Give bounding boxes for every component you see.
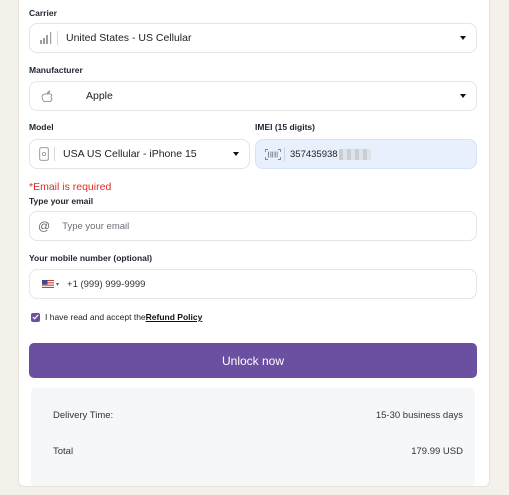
- apple-logo-icon: [40, 89, 54, 103]
- delivery-time-label: Delivery Time:: [53, 410, 114, 421]
- refund-consent-row: I have read and accept the Refund Policy: [31, 312, 202, 322]
- delivery-time-value: 15-30 business days: [375, 410, 463, 421]
- imei-input[interactable]: 357435938: [255, 139, 477, 169]
- imei-value: 357435938: [290, 148, 338, 160]
- chevron-down-icon: [233, 152, 239, 156]
- refund-policy-link[interactable]: Refund Policy: [146, 312, 203, 322]
- total-value: 179.99 USD: [411, 446, 463, 457]
- unlock-now-button[interactable]: Unlock now: [29, 343, 477, 378]
- unlock-form-card: Carrier United States - US Cellular Manu…: [18, 0, 490, 487]
- manufacturer-select[interactable]: Apple: [29, 81, 477, 111]
- barcode-icon: [265, 148, 281, 160]
- consent-text: I have read and accept the: [45, 312, 146, 322]
- carrier-label: Carrier: [29, 8, 57, 18]
- total-label: Total: [53, 446, 74, 457]
- manufacturer-value: Apple: [86, 90, 113, 102]
- email-error: *Email is required: [29, 181, 112, 193]
- consent-checkbox[interactable]: [31, 312, 40, 322]
- at-sign-icon: @: [38, 219, 51, 233]
- mobile-label: Your mobile number (optional): [29, 253, 153, 263]
- chevron-down-icon: [460, 36, 466, 40]
- chevron-down-icon: [460, 94, 466, 98]
- model-select[interactable]: USA US Cellular - iPhone 15: [29, 139, 250, 169]
- us-flag-icon[interactable]: [42, 280, 54, 288]
- carrier-value: United States - US Cellular: [66, 32, 192, 44]
- mobile-placeholder: +1 (999) 999-9999: [67, 278, 146, 290]
- signal-bars-icon: [40, 31, 54, 45]
- email-placeholder: Type your email: [62, 220, 130, 232]
- imei-label: IMEI (15 digits): [255, 122, 315, 132]
- manufacturer-label: Manufacturer: [29, 65, 83, 75]
- email-label: Type your email: [29, 196, 94, 206]
- mobile-field[interactable]: ▾ +1 (999) 999-9999: [29, 269, 477, 299]
- carrier-select[interactable]: United States - US Cellular: [29, 23, 477, 53]
- phone-icon: [38, 147, 50, 161]
- model-value: USA US Cellular - iPhone 15: [63, 148, 197, 160]
- flag-dropdown-caret-icon: ▾: [56, 281, 60, 288]
- order-summary: Delivery Time: 15-30 business days Total…: [31, 388, 475, 486]
- model-label: Model: [29, 122, 54, 132]
- checkmark-icon: [32, 314, 39, 320]
- imei-redacted-block: [338, 148, 371, 160]
- email-field[interactable]: @ Type your email: [29, 211, 477, 241]
